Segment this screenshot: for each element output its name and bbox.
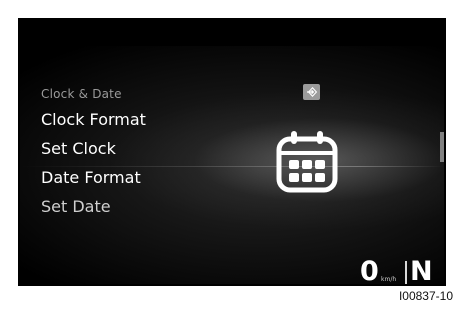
enter-arrow-icon — [306, 86, 317, 98]
top-bar — [20, 20, 444, 46]
speed-gear-readout: 0 km/h N — [360, 257, 444, 284]
menu-item-clock-format[interactable]: Clock Format — [41, 105, 146, 134]
gear-indicator: N — [410, 256, 433, 285]
speed-value: 0 — [360, 256, 379, 285]
divider — [405, 261, 407, 284]
scroll-indicator — [440, 132, 444, 162]
speed-unit: km/h — [381, 276, 397, 283]
menu-item-set-clock[interactable]: Set Clock — [41, 134, 146, 163]
menu-item-date-format[interactable]: Date Format — [41, 163, 146, 192]
display-frame: Clock & Date Clock Format Set Clock Date… — [18, 18, 446, 286]
calendar-icon — [276, 131, 338, 193]
dashboard-screen: Clock & Date Clock Format Set Clock Date… — [20, 20, 444, 284]
menu-header: Clock & Date — [41, 87, 122, 101]
clock-date-menu: Clock & Date Clock Format Set Clock Date… — [41, 85, 146, 221]
figure-id: I00837-10 — [398, 289, 453, 303]
enter-button[interactable] — [303, 84, 320, 100]
menu-item-set-date[interactable]: Set Date — [41, 192, 146, 221]
